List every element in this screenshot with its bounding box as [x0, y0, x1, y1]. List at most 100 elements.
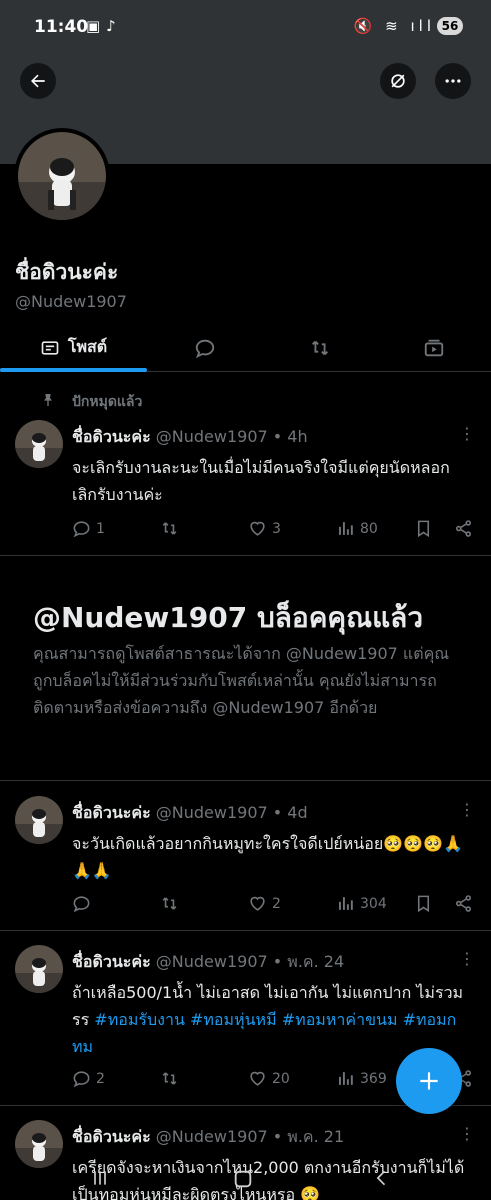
share-button[interactable]: [454, 519, 473, 538]
like-count: 3: [272, 520, 281, 537]
views-icon: [339, 522, 353, 535]
view-count: 304: [360, 895, 387, 912]
reply-count: 1: [96, 520, 105, 537]
blocked-title: @Nudew1907 บล็อคคุณแล้ว: [33, 601, 424, 634]
reply-icon: [195, 339, 214, 358]
tab-media[interactable]: [377, 324, 491, 371]
back-arrow-icon: [31, 74, 45, 88]
media-icon: [424, 339, 444, 356]
reply-button[interactable]: 2: [72, 1069, 105, 1088]
reply-icon: [73, 896, 90, 913]
views-button[interactable]: 80: [336, 519, 378, 538]
reply-icon: [73, 521, 90, 538]
like-icon: [250, 521, 265, 536]
unmute-button[interactable]: [380, 63, 416, 99]
reply-count: 2: [96, 1070, 105, 1087]
post-author-name[interactable]: ชื่อดิวนะค่ะ: [72, 427, 151, 446]
bookmark-button[interactable]: [414, 894, 433, 913]
view-count: 80: [360, 520, 378, 537]
repost-button[interactable]: [160, 519, 184, 538]
more-options-button[interactable]: [435, 63, 471, 99]
post-actions: 2 304: [72, 894, 476, 918]
post-more-icon[interactable]: ⋮: [459, 424, 475, 443]
share-button[interactable]: [454, 894, 473, 913]
post-header: ชื่อดิวนะค่ะ @Nudew1907 • พ.ค. 21: [72, 1125, 344, 1150]
divider: [0, 555, 491, 556]
post-hashtags[interactable]: #ทอมรับงาน #ทอมหุ่นหมี #ทอมหาค่าขนม #ทอม…: [72, 1010, 456, 1056]
like-count: 2: [272, 895, 281, 912]
like-button[interactable]: 3: [248, 519, 281, 538]
more-icon: [445, 79, 461, 83]
like-count: 20: [272, 1070, 290, 1087]
reply-icon: [73, 1071, 90, 1088]
like-icon: [250, 1071, 265, 1086]
avatar-photo: [18, 132, 106, 220]
post-author-name[interactable]: ชื่อดิวนะค่ะ: [72, 1127, 151, 1146]
battery-indicator: 56: [437, 17, 463, 35]
profile-avatar[interactable]: [14, 128, 110, 224]
post-header: ชื่อดิวนะค่ะ @Nudew1907 • พ.ค. 24: [72, 950, 344, 975]
recent-apps-icon[interactable]: [90, 1168, 110, 1188]
status-bar: 11:40 ▣♪ 🔇 ≋ ıll 56: [0, 0, 491, 54]
repost-icon: [162, 897, 177, 910]
status-time: 11:40: [34, 17, 89, 37]
repost-icon: [311, 340, 328, 355]
status-notification-icons: ▣♪: [86, 17, 122, 35]
system-nav-bar: [0, 1160, 491, 1200]
post-header: ชื่อดิวนะค่ะ @Nudew1907 • 4d: [72, 801, 308, 826]
like-button[interactable]: 20: [248, 1069, 290, 1088]
repost-icon: [162, 522, 177, 535]
like-icon: [250, 896, 265, 911]
view-count: 369: [360, 1070, 387, 1087]
bookmark-icon: [417, 895, 430, 913]
bookmark-button[interactable]: [414, 519, 433, 538]
share-icon: [455, 895, 472, 912]
tab-replies[interactable]: [147, 324, 262, 371]
reply-button[interactable]: [72, 894, 96, 913]
post-text: ถ้าเหลือ500/1น้ำ ไม่เอาสด ไม่เอากัน ไม่แ…: [72, 979, 474, 1060]
posts-tab-icon: [41, 340, 59, 355]
divider: [0, 780, 491, 781]
views-button[interactable]: 369: [336, 1069, 387, 1088]
status-signal-icons: 🔇 ≋ ıll: [353, 17, 435, 35]
reply-button[interactable]: 1: [72, 519, 105, 538]
repost-button[interactable]: [160, 894, 184, 913]
post-text: จะเลิกรับงานละนะในเมื่อไม่มีคนจริงใจมีแต…: [72, 458, 450, 504]
post-more-icon[interactable]: ⋮: [459, 1124, 475, 1143]
post-author-name[interactable]: ชื่อดิวนะค่ะ: [72, 952, 151, 971]
post-meta: @Nudew1907 • 4d: [155, 803, 308, 822]
post-actions: 1 3 80: [72, 519, 476, 543]
post-meta: @Nudew1907 • พ.ค. 24: [155, 952, 345, 971]
post-more-icon[interactable]: ⋮: [459, 949, 475, 968]
unmute-icon: [391, 74, 405, 88]
post-avatar[interactable]: [15, 945, 63, 993]
post-author-name[interactable]: ชื่อดิวนะค่ะ: [72, 803, 151, 822]
views-button[interactable]: 304: [336, 894, 387, 913]
profile-tabs: โพสต์: [0, 324, 491, 372]
post-meta: @Nudew1907 • พ.ค. 21: [155, 1127, 345, 1146]
profile-name: ชื่อดิวนะค่ะ: [15, 260, 119, 284]
tab-posts-label: โพสต์: [67, 337, 108, 356]
post-meta: @Nudew1907 • 4h: [155, 427, 308, 446]
plus-icon: [420, 1072, 438, 1090]
views-icon: [339, 1072, 353, 1085]
system-back-icon[interactable]: [372, 1168, 392, 1188]
repost-button[interactable]: [160, 1069, 184, 1088]
compose-button[interactable]: [396, 1048, 462, 1114]
like-button[interactable]: 2: [248, 894, 281, 913]
post-avatar[interactable]: [15, 420, 63, 468]
active-tab-indicator: [0, 368, 147, 372]
home-icon[interactable]: [232, 1168, 254, 1190]
post-item[interactable]: ชื่อดิวนะค่ะ @Nudew1907 • 4d ⋮ จะวันเกิด…: [0, 796, 491, 931]
post-item[interactable]: ชื่อดิวนะค่ะ @Nudew1907 • 4h ⋮ จะเลิกรับ…: [0, 420, 491, 555]
profile-handle: @Nudew1907: [15, 292, 127, 311]
views-icon: [339, 897, 353, 910]
tab-reposts[interactable]: [262, 324, 377, 371]
back-button[interactable]: [20, 63, 56, 99]
repost-icon: [162, 1072, 177, 1085]
tab-posts[interactable]: โพสต์: [0, 324, 147, 371]
post-text: จะวันเกิดแล้วอยากกินหมูทะใครใจดีเปย์หน่อ…: [72, 834, 463, 880]
post-avatar[interactable]: [15, 796, 63, 844]
post-more-icon[interactable]: ⋮: [459, 800, 475, 819]
blocked-description: คุณสามารถดูโพสต์สาธารณะได้จาก @Nudew1907…: [33, 644, 450, 717]
